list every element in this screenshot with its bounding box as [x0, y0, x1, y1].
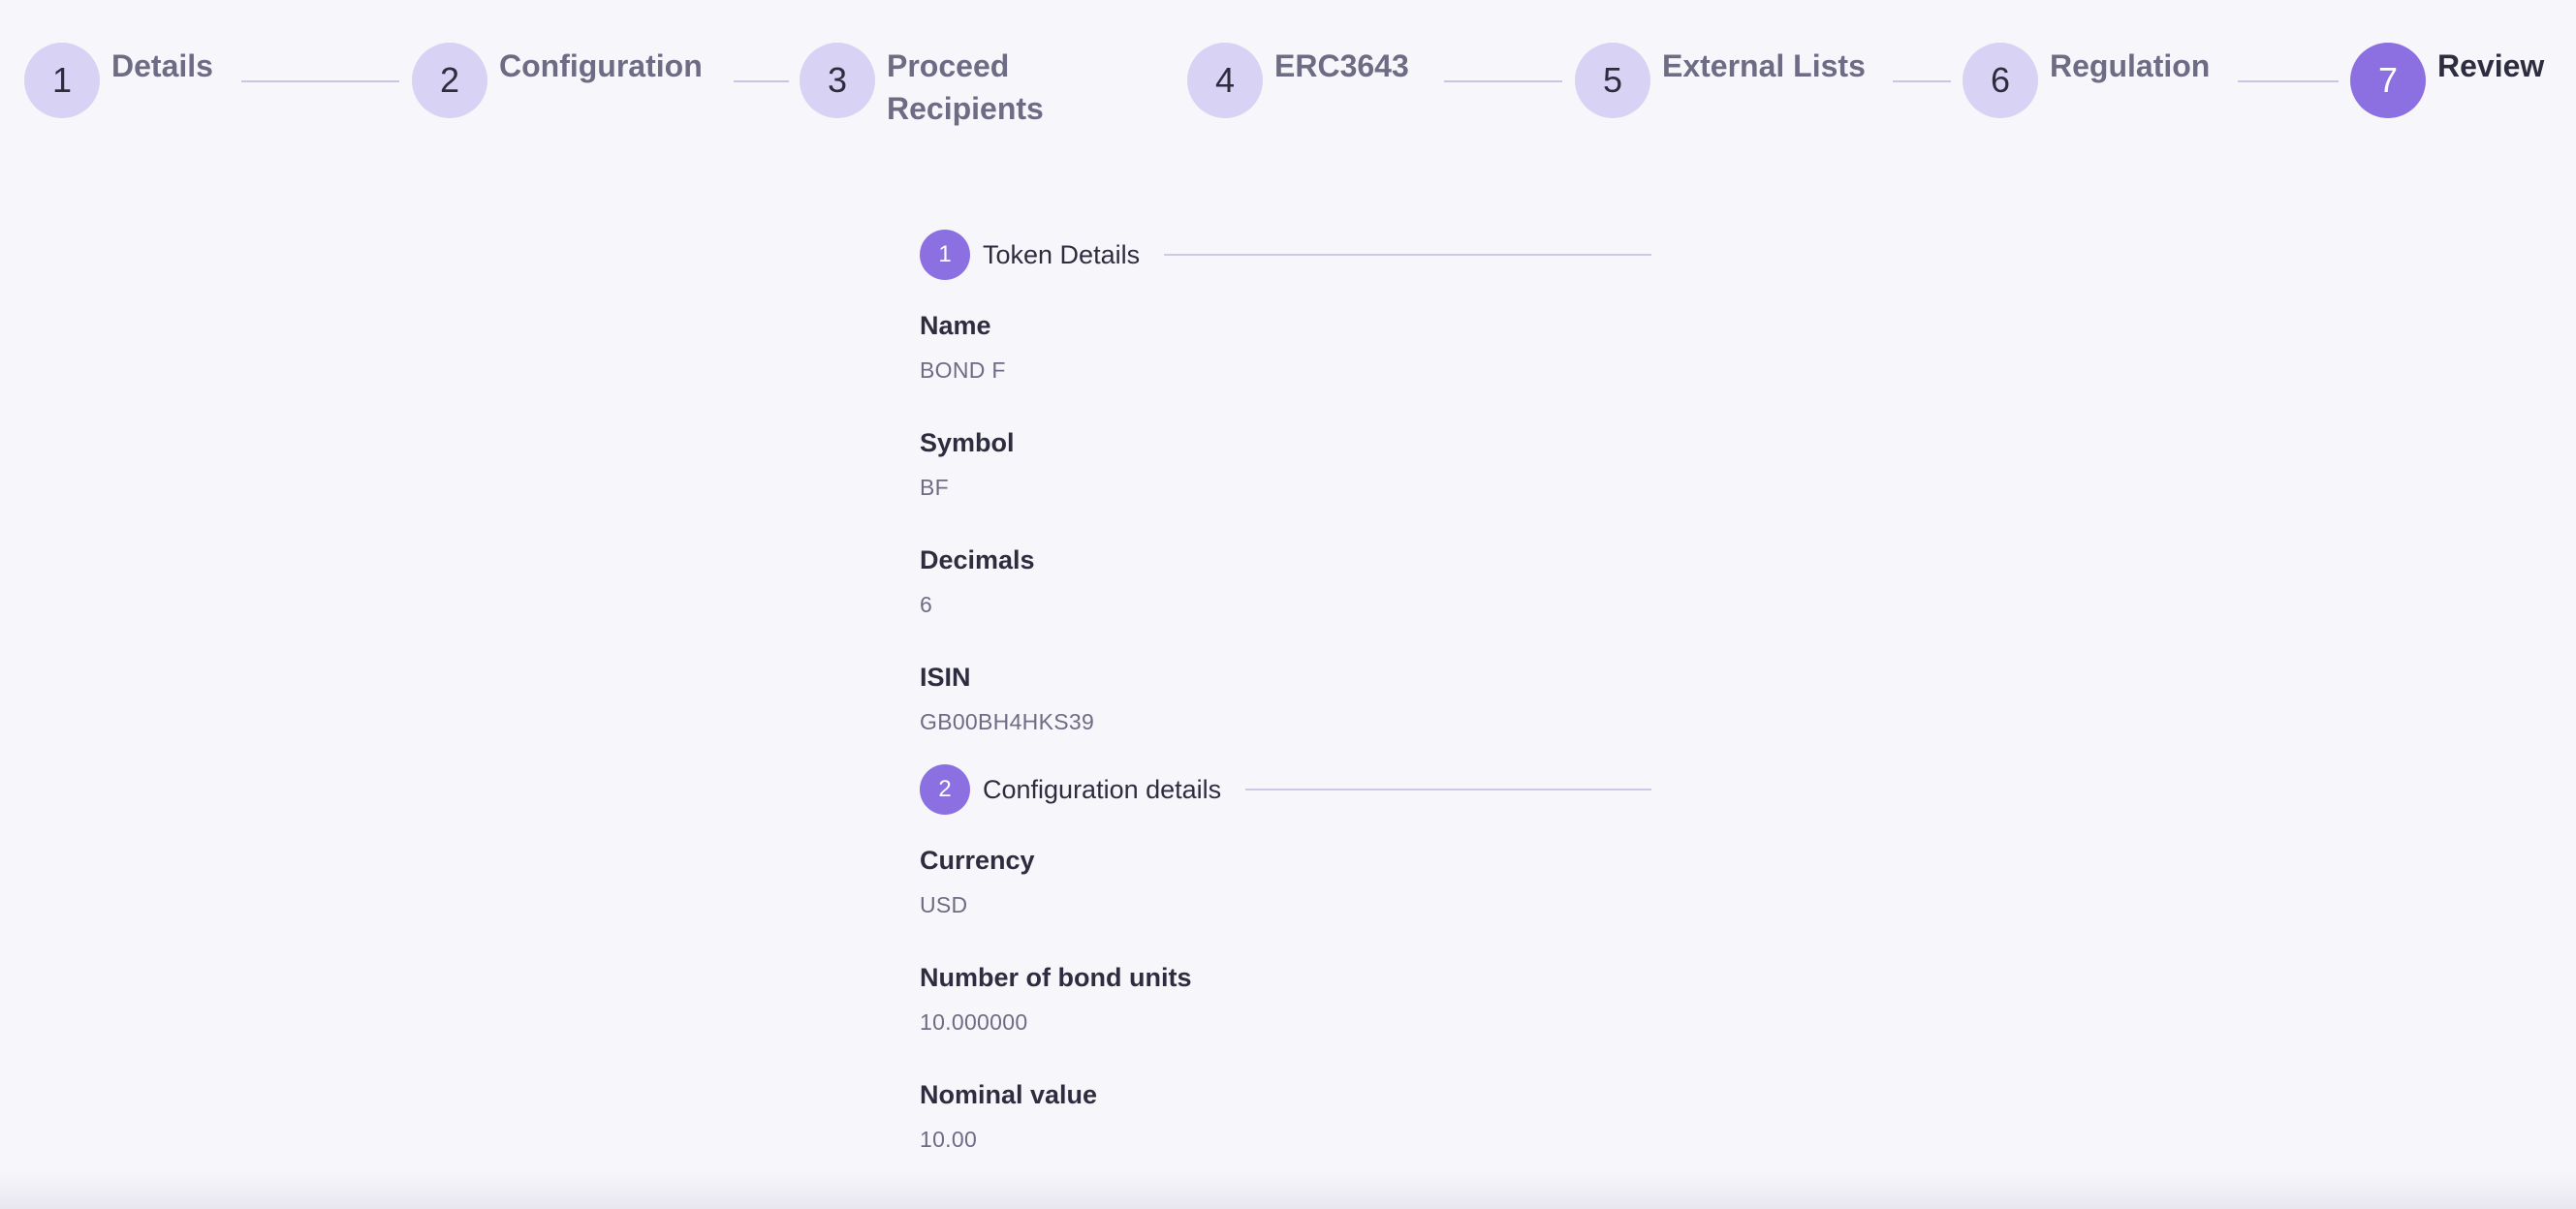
step-label: External Lists	[1662, 48, 1866, 83]
section-header-configuration-details: 2 Configuration details	[920, 763, 1652, 816]
field-currency: Currency USD	[920, 844, 1652, 919]
review-summary: 1 Token Details Name BOND F Symbol BF De…	[920, 229, 1652, 1154]
field-value: 10.00	[920, 1127, 978, 1152]
field-decimals: Decimals 6	[920, 543, 1652, 619]
field-label: Name	[920, 311, 991, 340]
section-divider	[1164, 254, 1651, 256]
section-header-token-details: 1 Token Details	[920, 229, 1652, 281]
field-value: BF	[920, 475, 949, 500]
field-label: Number of bond units	[920, 963, 1192, 992]
step-number: 6	[1963, 43, 2038, 118]
field-value: 10.000000	[920, 1009, 1028, 1035]
field-value: 6	[920, 592, 933, 617]
field-value: GB00BH4HKS39	[920, 709, 1095, 734]
step-review[interactable]: 7 Review	[2350, 43, 2544, 118]
scroll-fade	[0, 1170, 2576, 1209]
step-erc3643[interactable]: 4 ERC3643	[1187, 43, 1409, 118]
step-external-lists[interactable]: 5 External Lists	[1575, 43, 1866, 118]
review-page: 1 Details 2 Configuration 3 Proceed Reci…	[0, 0, 2576, 1209]
field-value: USD	[920, 892, 968, 917]
step-label: Regulation	[2050, 48, 2211, 83]
section-number-badge: 2	[920, 764, 970, 815]
step-number: 7	[2350, 43, 2426, 118]
step-proceed-recipients[interactable]: 3 Proceed Recipients	[800, 43, 1071, 130]
step-connector	[2238, 80, 2339, 82]
step-label: Review	[2437, 48, 2545, 83]
step-number: 3	[800, 43, 875, 118]
step-label: Details	[111, 48, 213, 83]
field-label: Nominal value	[920, 1080, 1098, 1109]
field-nominal-value: Nominal value 10.00	[920, 1078, 1652, 1154]
field-label: Decimals	[920, 545, 1035, 574]
step-label: Configuration	[499, 48, 703, 83]
field-value: BOND F	[920, 357, 1006, 383]
step-connector	[734, 80, 789, 82]
step-number: 5	[1575, 43, 1650, 118]
field-symbol: Symbol BF	[920, 426, 1652, 502]
section-number-badge: 1	[920, 230, 970, 280]
wizard-stepper: 1 Details 2 Configuration 3 Proceed Reci…	[0, 0, 2576, 165]
step-connector	[1893, 80, 1951, 82]
step-number: 2	[412, 43, 487, 118]
field-label: Currency	[920, 846, 1035, 875]
step-details[interactable]: 1 Details	[24, 43, 213, 118]
step-connector	[241, 80, 399, 82]
step-label: ERC3643	[1274, 48, 1409, 83]
step-number: 1	[24, 43, 100, 118]
section-divider	[1245, 789, 1651, 790]
step-regulation[interactable]: 6 Regulation	[1963, 43, 2210, 118]
field-name: Name BOND F	[920, 309, 1652, 385]
field-isin: ISIN GB00BH4HKS39	[920, 661, 1652, 736]
field-label: ISIN	[920, 663, 971, 692]
step-label: Proceed Recipients	[887, 48, 1044, 126]
step-configuration[interactable]: 2 Configuration	[412, 43, 703, 118]
field-number-of-bond-units: Number of bond units 10.000000	[920, 961, 1652, 1037]
step-connector	[1444, 80, 1562, 82]
field-label: Symbol	[920, 428, 1015, 457]
step-number: 4	[1187, 43, 1263, 118]
section-title: Token Details	[983, 239, 1141, 269]
section-title: Configuration details	[983, 774, 1222, 804]
